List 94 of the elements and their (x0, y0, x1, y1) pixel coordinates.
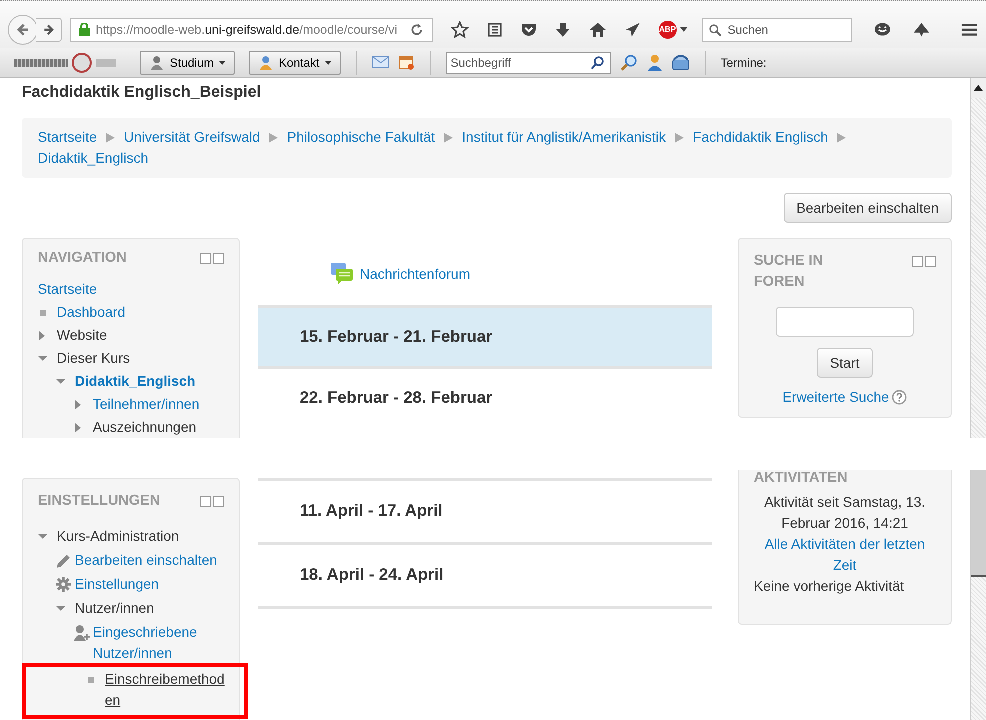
tree-toggle-icon[interactable] (38, 354, 47, 364)
scrollbar[interactable] (970, 78, 986, 438)
tree-item: Auszeichnungen (93, 418, 197, 437)
pencil-icon (56, 552, 72, 568)
caret-icon (680, 27, 688, 32)
tree-toggle-icon[interactable] (74, 400, 83, 410)
week-title: 18. April - 24. April (300, 566, 444, 585)
tree-item: Kurs-Administration (57, 527, 180, 546)
pocket-icon[interactable] (520, 22, 537, 38)
appointments-label: Termine: (720, 56, 767, 70)
user-add-icon (74, 624, 91, 640)
reload-icon[interactable] (410, 22, 424, 36)
breadcrumb-link[interactable]: Fachdidaktik Englisch (693, 127, 828, 148)
tree-toggle-icon[interactable] (38, 330, 47, 340)
phone-icon[interactable] (672, 54, 690, 70)
reading-list-icon[interactable] (486, 22, 503, 38)
course-title: Fachdidaktik Englisch_Beispiel (22, 84, 262, 102)
person-icon[interactable] (646, 54, 663, 72)
gear-icon (56, 577, 71, 592)
magnifier-icon[interactable] (620, 54, 638, 72)
search-field[interactable]: Suchen (702, 18, 852, 42)
tree-toggle-icon[interactable] (56, 376, 65, 386)
back-arrow-icon (15, 22, 31, 38)
scroll-up-icon[interactable] (974, 85, 983, 91)
block-title: NAVIGATION (38, 249, 127, 268)
tree-item: Dieser Kurs (57, 349, 130, 368)
lock-icon (79, 23, 90, 36)
search-icon[interactable] (590, 56, 605, 70)
breadcrumb-separator-icon (675, 132, 684, 142)
chat-icon[interactable] (874, 22, 892, 38)
breadcrumb-separator-icon (106, 132, 116, 142)
tree-item[interactable]: Teilnehmer/innen (93, 394, 200, 415)
help-icon[interactable] (892, 390, 908, 404)
menu-icon[interactable] (960, 22, 978, 36)
tree-item: Website (57, 326, 108, 345)
start-button[interactable]: Start (817, 348, 873, 378)
breadcrumb-link[interactable]: Philosophische Fakultät (287, 127, 436, 148)
search-input[interactable] (776, 307, 914, 337)
person-icon (258, 54, 274, 70)
toolbar-dropdown-button[interactable]: Kontakt (249, 50, 341, 74)
forward-button[interactable] (36, 18, 62, 42)
star-icon[interactable] (450, 20, 469, 38)
search-field[interactable]: Suchbegriff (446, 52, 611, 74)
tree-item[interactable]: Didaktik_Englisch (75, 371, 196, 392)
breadcrumb-link[interactable]: Startseite (38, 127, 98, 148)
tree-item[interactable]: Startseite (38, 279, 98, 300)
forum-link[interactable]: Nachrichtenforum (360, 266, 470, 282)
week-title: 22. Februar - 28. Februar (300, 389, 493, 408)
advanced-search-link[interactable]: Erweiterte Suche (782, 389, 890, 405)
breadcrumb-separator-icon (444, 132, 454, 142)
tree-toggle-icon[interactable] (56, 604, 65, 614)
tree-item[interactable]: Eingeschriebene Nutzer/innen (93, 622, 224, 664)
back-button[interactable] (8, 14, 38, 44)
block-controls-icon[interactable] (200, 253, 224, 264)
block-controls-icon[interactable] (200, 496, 224, 507)
breadcrumb-link[interactable]: Institut für Anglistik/Amerikanistik (462, 127, 666, 148)
all-activities-link[interactable]: Alle Aktivitäten der letzten Zeit (754, 534, 936, 576)
tree-item[interactable]: Einschreibemethoden (105, 669, 227, 711)
bullet-icon (40, 310, 46, 316)
mail-icon[interactable] (372, 56, 390, 69)
calendar-icon[interactable] (398, 54, 415, 70)
url-text: https://moodle-web.uni-greifswald.de/moodle/course/vi (96, 22, 399, 36)
edit-mode-button[interactable]: Bearbeiten einschalten (784, 193, 952, 223)
no-activity-text: Keine vorherige Aktivität (754, 577, 904, 596)
tree-item[interactable]: Bearbeiten einschalten (75, 550, 218, 571)
breadcrumb-link[interactable]: Universität Greifswald (124, 127, 260, 148)
home-icon[interactable] (588, 22, 607, 38)
tree-toggle-icon[interactable] (74, 422, 83, 432)
tree-item[interactable]: Einstellungen (75, 574, 160, 595)
activity-since-text: Aktivität seit Samstag, 13. Februar 2016, 14:21 (763, 493, 927, 533)
caret-icon (324, 60, 332, 64)
sync-icon[interactable] (913, 22, 931, 38)
block-controls-icon[interactable] (912, 256, 936, 267)
week-title: 11. April - 17. April (300, 502, 443, 521)
block-title: EINSTELLUNGEN (38, 492, 160, 511)
address-bar[interactable]: https://moodle-web.uni-greifswald.de/moodle/course/vi (70, 18, 433, 42)
block-title: AKTIVITATEN (754, 470, 849, 486)
forward-arrow-icon (42, 22, 56, 36)
scrollbar[interactable] (970, 470, 986, 720)
bullet-icon (88, 676, 94, 682)
toolbar-dropdown-button[interactable]: Studium (140, 50, 236, 74)
breadcrumb-separator-icon (269, 132, 278, 142)
block-title: SUCHE IN FOREN (754, 252, 824, 292)
caret-icon (219, 60, 226, 64)
breadcrumb-separator-icon (837, 132, 846, 142)
forum-icon (330, 262, 354, 286)
download-icon[interactable] (554, 22, 571, 38)
tree-toggle-icon[interactable] (38, 532, 47, 542)
send-icon[interactable] (624, 22, 641, 38)
week-title: 15. Februar - 21. Februar (300, 328, 493, 346)
breadcrumb-link[interactable]: Didaktik_Englisch (38, 148, 148, 169)
person-icon (149, 54, 165, 70)
tree-item: Nutzer/innen (75, 599, 154, 618)
tree-item[interactable]: Dashboard (57, 302, 126, 323)
